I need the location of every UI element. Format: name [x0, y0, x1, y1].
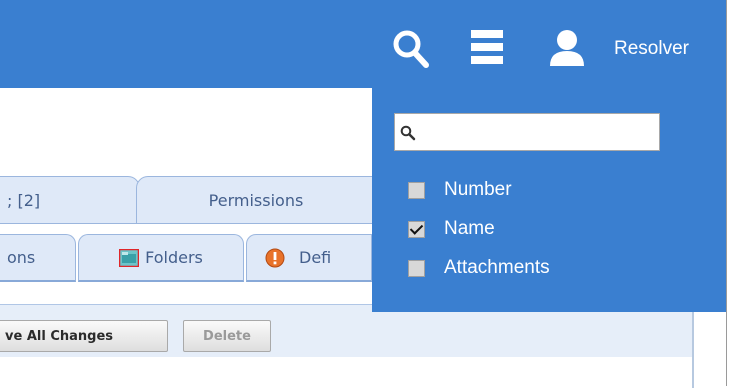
top-bar: Resolver: [0, 0, 726, 88]
search-input[interactable]: [419, 117, 649, 145]
tab-label: Folders: [145, 248, 203, 267]
tab-folders[interactable]: Folders: [78, 234, 244, 282]
delete-button[interactable]: Delete: [183, 320, 271, 352]
save-all-changes-label: ve All Changes: [5, 328, 113, 344]
option-label: Number: [444, 179, 512, 200]
folder-icon: [118, 248, 140, 267]
window-edge: [726, 0, 740, 386]
tab-partial-ons[interactable]: ons: [0, 234, 76, 282]
name-checkbox[interactable]: [408, 220, 425, 238]
warning-icon: [265, 248, 285, 268]
tab-label: ons: [7, 248, 36, 267]
user-name[interactable]: Resolver: [614, 38, 689, 60]
option-attachments[interactable]: Attachments: [408, 257, 550, 279]
search-icon[interactable]: [392, 29, 432, 71]
attachments-checkbox[interactable]: [408, 259, 425, 277]
tab-label: Permissions: [208, 190, 304, 210]
column-search-dropdown: Number Name Attachments: [372, 88, 726, 312]
tab-permissions[interactable]: Permissions: [136, 176, 376, 224]
tab-defi[interactable]: Defi: [246, 234, 372, 282]
tab-partial-count[interactable]: ; [2]: [0, 176, 140, 224]
save-all-changes-button[interactable]: ve All Changes: [0, 320, 168, 352]
user-icon[interactable]: [548, 30, 586, 66]
delete-label: Delete: [203, 328, 251, 344]
option-name[interactable]: Name: [408, 218, 495, 240]
option-label: Name: [444, 218, 495, 239]
search-small-icon: [400, 125, 416, 141]
option-number[interactable]: Number: [408, 179, 512, 201]
menu-icon[interactable]: [471, 30, 503, 64]
search-field[interactable]: [394, 113, 660, 151]
tab-label: Defi: [299, 248, 332, 267]
option-label: Attachments: [444, 257, 550, 278]
tab-label: ; [2]: [7, 190, 41, 210]
number-checkbox[interactable]: [408, 181, 425, 199]
